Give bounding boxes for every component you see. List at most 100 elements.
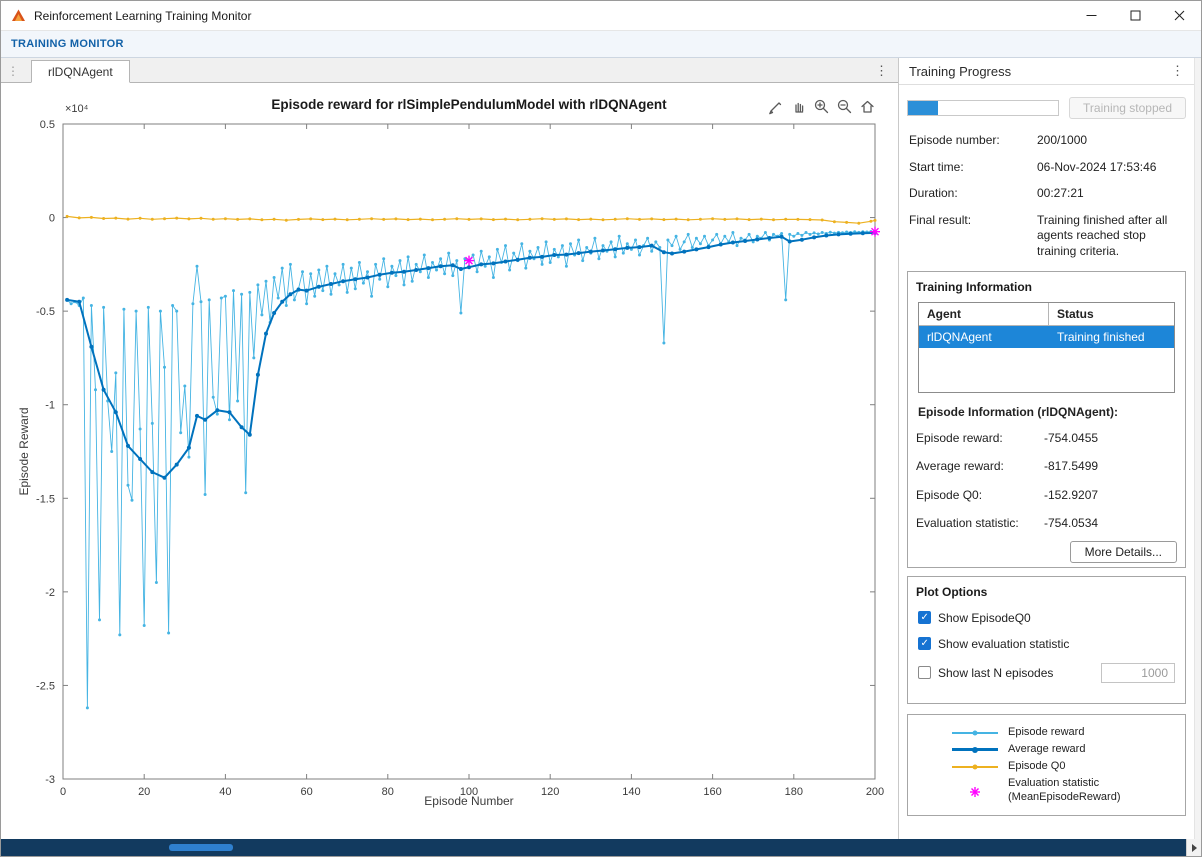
panel-kebab-menu-icon[interactable]: ⋮	[1171, 63, 1184, 79]
field-value: -754.0455	[1044, 431, 1177, 447]
legend-label: Episode reward	[1008, 726, 1084, 740]
field-label: Episode reward:	[916, 431, 1044, 447]
right-arrow-icon	[1192, 844, 1197, 852]
training-information-group: Training Information Agent Status rlDQNA…	[907, 271, 1186, 568]
bottom-status-strip	[1, 839, 1201, 856]
field-row: Episode reward: -754.0455	[916, 431, 1177, 447]
zoom-in-icon[interactable]	[812, 97, 830, 115]
legend-entry: Average reward	[952, 743, 1185, 757]
document-area: ⋮ rlDQNAgent ⋮ 0204060801001201401601802…	[1, 58, 899, 839]
field-label: Episode number:	[909, 133, 1037, 149]
field-label: Average reward:	[916, 459, 1044, 475]
checkbox[interactable]	[918, 611, 931, 624]
field-row: Duration: 00:27:21	[909, 186, 1186, 202]
training-stopped-button[interactable]: Training stopped	[1069, 97, 1186, 119]
more-details-button[interactable]: More Details...	[1070, 541, 1177, 563]
brush-icon[interactable]	[766, 97, 784, 115]
checkbox-label: Show EpisodeQ0	[938, 611, 1031, 625]
field-row: Episode number: 200/1000	[909, 133, 1186, 149]
tab-kebab-menu-icon[interactable]: ⋮	[875, 63, 888, 82]
svg-text:-1: -1	[45, 400, 55, 412]
legend-sample-line	[952, 726, 998, 740]
checkbox[interactable]	[918, 637, 931, 650]
checkbox-label: Show last N episodes	[938, 666, 1053, 680]
last-n-episodes-input[interactable]	[1101, 663, 1175, 683]
panel-title: Training Progress	[909, 64, 1011, 79]
svg-text:120: 120	[541, 786, 559, 798]
svg-text:-1.5: -1.5	[36, 493, 55, 505]
group-header: Training Information	[916, 280, 1177, 294]
field-row: Episode Q0: -152.9207	[916, 488, 1177, 504]
training-progress-bar	[907, 100, 1059, 116]
field-label: Duration:	[909, 186, 1037, 202]
svg-text:Episode reward for rlSimplePen: Episode reward for rlSimplePendulumModel…	[271, 97, 667, 112]
field-label: Evaluation statistic:	[916, 516, 1044, 532]
progress-fields: Episode number: 200/1000 Start time: 06-…	[909, 133, 1186, 260]
minimize-button[interactable]	[1069, 1, 1113, 30]
field-label: Final result:	[909, 213, 1037, 260]
legend-label: Average reward	[1008, 743, 1085, 757]
option-show-episodeq0[interactable]: Show EpisodeQ0	[918, 611, 1175, 625]
tab-grip-icon[interactable]: ⋮	[1, 64, 23, 82]
document-tabbar: ⋮ rlDQNAgent ⋮	[1, 58, 898, 83]
svg-text:-2: -2	[45, 587, 55, 599]
option-show-evaluation-statistic[interactable]: Show evaluation statistic	[918, 637, 1175, 651]
legend-sample-line	[952, 760, 998, 774]
option-show-last-n-episodes[interactable]: Show last N episodes	[918, 663, 1175, 683]
svg-text:-3: -3	[45, 774, 55, 786]
field-value: 200/1000	[1037, 133, 1186, 149]
svg-text:60: 60	[300, 786, 312, 798]
svg-text:40: 40	[219, 786, 231, 798]
maximize-button[interactable]	[1113, 1, 1157, 30]
svg-text:×10⁴: ×10⁴	[65, 103, 89, 115]
training-progress-panel: Training Progress ⋮ Training stopped Epi…	[899, 58, 1201, 839]
svg-text:20: 20	[138, 786, 150, 798]
field-row: Average reward: -817.5499	[916, 459, 1177, 475]
panel-scrollbar[interactable]	[1194, 58, 1201, 839]
field-label: Episode Q0:	[916, 488, 1044, 504]
field-value: 06-Nov-2024 17:53:46	[1037, 160, 1186, 176]
figure-area: 0204060801001201401601802000.50-0.5-1-1.…	[1, 83, 898, 845]
field-value: -754.0534	[1044, 516, 1177, 532]
home-icon[interactable]	[858, 97, 876, 115]
status-cell: Training finished	[1049, 326, 1174, 348]
column-header-agent: Agent	[919, 303, 1049, 325]
checkbox-label: Show evaluation statistic	[938, 637, 1069, 651]
svg-text:180: 180	[785, 786, 803, 798]
checkbox[interactable]	[918, 666, 931, 679]
field-row: Final result: Training finished after al…	[909, 213, 1186, 260]
field-row: Start time: 06-Nov-2024 17:53:46	[909, 160, 1186, 176]
tab-rldqnagent[interactable]: rlDQNAgent	[31, 60, 130, 83]
close-button[interactable]	[1157, 1, 1201, 30]
agent-cell: rlDQNAgent	[919, 326, 1049, 348]
axes-toolbar	[766, 97, 876, 115]
svg-text:160: 160	[703, 786, 721, 798]
tab-training-monitor[interactable]: TRAINING MONITOR	[11, 38, 124, 50]
window-title: Reinforcement Learning Training Monitor	[34, 9, 251, 23]
svg-text:Episode Number: Episode Number	[424, 794, 513, 808]
legend-label: Evaluation statistic (MeanEpisodeReward)	[1008, 777, 1121, 805]
reward-plot: 0204060801001201401601802000.50-0.5-1-1.…	[1, 83, 898, 840]
table-row[interactable]: rlDQNAgent Training finished	[919, 326, 1174, 348]
svg-text:0: 0	[49, 213, 55, 225]
svg-text:0: 0	[60, 786, 66, 798]
pan-icon[interactable]	[789, 97, 807, 115]
titlebar: Reinforcement Learning Training Monitor	[1, 1, 1201, 31]
scrollbar-thumb[interactable]	[169, 844, 233, 851]
svg-text:80: 80	[382, 786, 394, 798]
svg-text:0.5: 0.5	[40, 119, 55, 131]
app-window: Reinforcement Learning Training Monitor …	[0, 0, 1202, 857]
svg-text:Episode Reward: Episode Reward	[17, 407, 31, 495]
svg-text:140: 140	[622, 786, 640, 798]
scroll-right-button[interactable]	[1186, 839, 1201, 856]
legend-label: Episode Q0	[1008, 760, 1065, 774]
zoom-out-icon[interactable]	[835, 97, 853, 115]
field-value: -152.9207	[1044, 488, 1177, 504]
plot-options-group: Plot Options Show EpisodeQ0 Show evaluat…	[907, 576, 1186, 704]
field-value: Training finished after all agents reach…	[1037, 213, 1186, 260]
ribbon-strip: TRAINING MONITOR	[1, 31, 1201, 58]
legend-sample-asterisk	[952, 784, 998, 798]
field-row: Evaluation statistic: -754.0534	[916, 516, 1177, 532]
legend-entry: Episode Q0	[952, 760, 1185, 774]
matlab-logo-icon	[11, 8, 26, 23]
